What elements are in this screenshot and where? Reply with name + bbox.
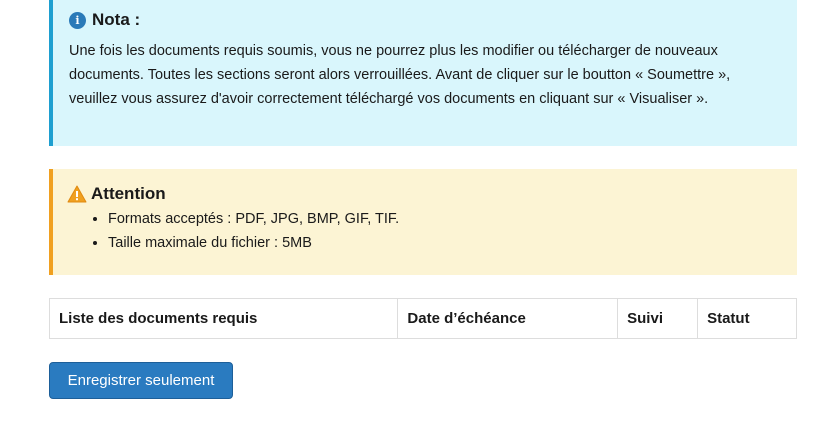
attention-item-formats: Formats acceptés : PDF, JPG, BMP, GIF, T… [108,207,779,231]
attention-heading: Attention [67,183,779,205]
column-header-documents: Liste des documents requis [48,298,399,339]
nota-alert: i Nota : Une fois les documents requis s… [49,0,797,146]
column-header-tracking: Suivi [617,298,699,339]
nota-body: Une fois les documents requis soumis, vo… [69,39,779,111]
attention-list: Formats acceptés : PDF, JPG, BMP, GIF, T… [67,207,779,255]
table-header-row: Liste des documents requis Date d’échéan… [48,298,797,339]
documents-table: Liste des documents requis Date d’échéan… [48,298,797,339]
attention-item-size: Taille maximale du fichier : 5MB [108,231,779,255]
nota-text: Une fois les documents requis soumis, vo… [69,43,731,107]
page: i Nota : Une fois les documents requis s… [0,0,832,438]
nota-title: Nota : [92,10,141,29]
nota-heading: i Nota : [69,9,779,31]
attention-alert: Attention Formats acceptés : PDF, JPG, B… [49,169,797,275]
info-icon: i [69,11,86,29]
column-header-due-date: Date d’échéance [397,298,619,339]
column-header-status: Statut [697,298,797,339]
attention-title: Attention [91,184,166,203]
save-only-button[interactable]: Enregistrer seulement [49,362,233,399]
warning-icon [67,185,87,203]
